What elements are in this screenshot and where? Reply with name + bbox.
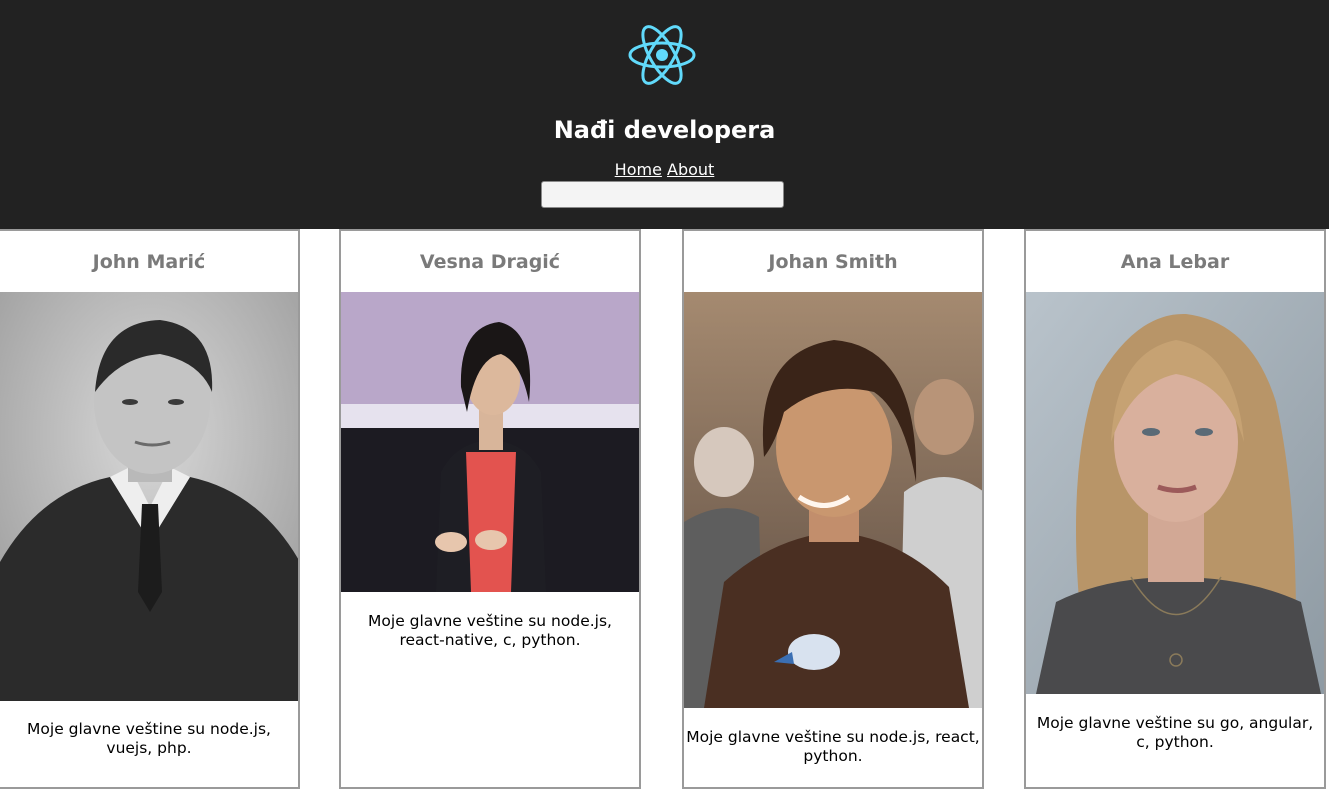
developer-description: Moje glavne veštine su node.js, react-na… <box>368 612 612 649</box>
developer-photo <box>341 292 639 592</box>
search-input[interactable] <box>541 181 784 208</box>
developer-card[interactable]: Ana Lebar Moje glavne veštine su go, ang… <box>1024 229 1326 789</box>
nav-link-home[interactable]: Home <box>615 160 662 179</box>
developer-photo <box>684 292 982 708</box>
developer-description: Moje glavne veštine su go, angular, c, p… <box>1036 714 1314 751</box>
developer-name: Vesna Dragić <box>419 251 561 273</box>
developer-description: Moje glavne veštine su node.js, react, p… <box>686 728 980 765</box>
developer-card[interactable]: John Marić Moje glavne veštine su node.j… <box>0 229 300 789</box>
react-atom-icon <box>628 25 696 85</box>
developer-card[interactable]: Vesna Dragić Moje glavne veštine su node… <box>339 229 641 789</box>
developer-card[interactable]: Johan Smith Moje glavne veštine su node.… <box>682 229 984 789</box>
page-title: Nađi developera <box>553 116 776 144</box>
app-header: Nađi developera Home About <box>0 0 1329 229</box>
developer-photo <box>1026 292 1324 694</box>
developer-description: Moje glavne veštine su node.js, vuejs, p… <box>27 720 271 757</box>
developer-name: Ana Lebar <box>1120 251 1230 273</box>
developer-name: Johan Smith <box>768 251 898 273</box>
nav-link-about[interactable]: About <box>667 160 714 179</box>
developer-name: John Marić <box>92 251 206 273</box>
main-nav: Home About <box>0 160 1329 180</box>
developer-photo <box>0 292 298 701</box>
